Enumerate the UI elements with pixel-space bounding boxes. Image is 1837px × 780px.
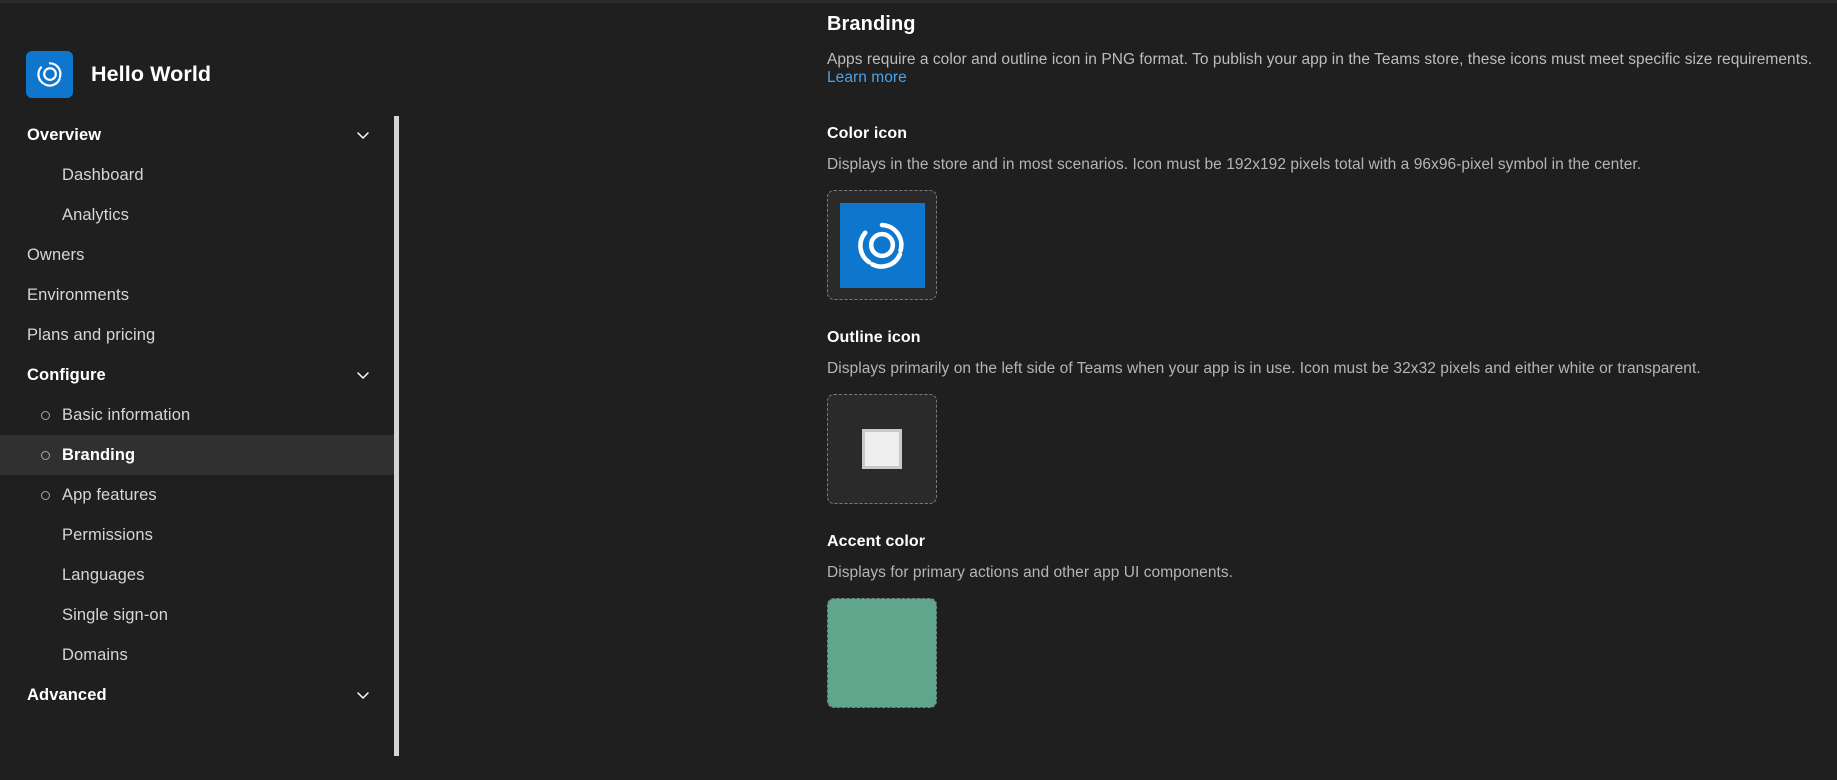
app-logo	[26, 50, 73, 98]
radio-bullet-icon	[41, 490, 50, 500]
sidebar-item-basic-information[interactable]: Basic information	[0, 395, 399, 435]
sidebar-item-environments-label: Environments	[27, 285, 130, 304]
sidebar-group-advanced[interactable]: Advanced	[0, 675, 399, 715]
sidebar-item-analytics-label: Analytics	[62, 205, 129, 224]
page-description-text: Apps require a color and outline icon in…	[827, 51, 1813, 68]
section-accent-color: Accent color Displays for primary action…	[827, 533, 1837, 708]
section-outline-icon-title: Outline icon	[827, 329, 921, 346]
section-outline-icon: Outline icon Displays primarily on the l…	[827, 329, 1837, 504]
sidebar-item-dashboard[interactable]: Dashboard	[0, 155, 399, 195]
section-color-icon-description: Displays in the store and in most scenar…	[827, 156, 1642, 173]
color-icon-image	[839, 202, 925, 288]
sidebar-item-single-sign-on[interactable]: Single sign-on	[0, 595, 399, 635]
section-outline-icon-description: Displays primarily on the left side of T…	[827, 360, 1701, 377]
sidebar-group-overview-label: Overview	[27, 125, 102, 144]
section-color-icon: Color icon Displays in the store and in …	[827, 125, 1837, 300]
sidebar-item-dashboard-label: Dashboard	[62, 165, 144, 184]
app-brand: Hello World	[0, 3, 399, 107]
sidebar-item-single-sign-on-label: Single sign-on	[62, 605, 168, 624]
sidebar-item-owners-label: Owners	[27, 245, 85, 264]
sidebar-item-plans-and-pricing[interactable]: Plans and pricing	[0, 315, 399, 355]
outline-icon-image	[862, 429, 902, 469]
sidebar-item-branding[interactable]: Branding	[0, 435, 399, 475]
sidebar-item-app-features[interactable]: App features	[0, 475, 399, 515]
sidebar-item-basic-information-label: Basic information	[62, 405, 191, 424]
learn-more-link[interactable]: Learn more	[827, 69, 907, 86]
sidebar-item-domains[interactable]: Domains	[0, 635, 399, 675]
sidebar: Hello World Overview Dashboard Analytics…	[0, 0, 399, 780]
radio-bullet-icon	[41, 450, 50, 460]
chevron-down-icon[interactable]	[355, 127, 371, 143]
sidebar-group-configure[interactable]: Configure	[0, 355, 399, 395]
sidebar-group-configure-label: Configure	[27, 365, 106, 384]
accent-color-swatch[interactable]	[827, 598, 937, 708]
sidebar-nav: Overview Dashboard Analytics Owners Envi…	[0, 107, 399, 715]
section-accent-color-title: Accent color	[827, 533, 926, 550]
sidebar-item-languages[interactable]: Languages	[0, 555, 399, 595]
radio-bullet-icon	[41, 410, 50, 420]
spiral-swirl-icon	[858, 222, 904, 269]
section-color-icon-title: Color icon	[827, 125, 908, 142]
spiral-swirl-icon	[36, 62, 61, 87]
sidebar-item-plans-and-pricing-label: Plans and pricing	[27, 325, 156, 344]
sidebar-item-owners[interactable]: Owners	[0, 235, 399, 275]
top-hairline	[0, 0, 1837, 3]
chevron-down-icon[interactable]	[355, 367, 371, 383]
sidebar-item-permissions-label: Permissions	[62, 525, 153, 544]
sidebar-item-branding-label: Branding	[62, 445, 136, 464]
app-title: Hello World	[91, 61, 212, 86]
color-icon-preview-tile[interactable]	[827, 190, 937, 300]
chevron-down-icon[interactable]	[355, 687, 371, 703]
sidebar-item-analytics[interactable]: Analytics	[0, 195, 399, 235]
app-root: Hello World Overview Dashboard Analytics…	[0, 0, 1837, 780]
outline-icon-preview-tile[interactable]	[827, 394, 937, 504]
page-title: Branding	[827, 13, 916, 35]
sidebar-item-environments[interactable]: Environments	[0, 275, 399, 315]
sidebar-item-domains-label: Domains	[62, 645, 128, 664]
page-description: Apps require a color and outline icon in…	[827, 51, 1837, 87]
section-accent-color-description: Displays for primary actions and other a…	[827, 564, 1234, 581]
sidebar-group-advanced-label: Advanced	[27, 685, 107, 704]
sidebar-item-languages-label: Languages	[62, 565, 145, 584]
sidebar-group-overview[interactable]: Overview	[0, 115, 399, 155]
sidebar-item-app-features-label: App features	[62, 485, 157, 504]
sidebar-item-permissions[interactable]: Permissions	[0, 515, 399, 555]
main-content: Branding Apps require a color and outlin…	[399, 0, 1837, 780]
